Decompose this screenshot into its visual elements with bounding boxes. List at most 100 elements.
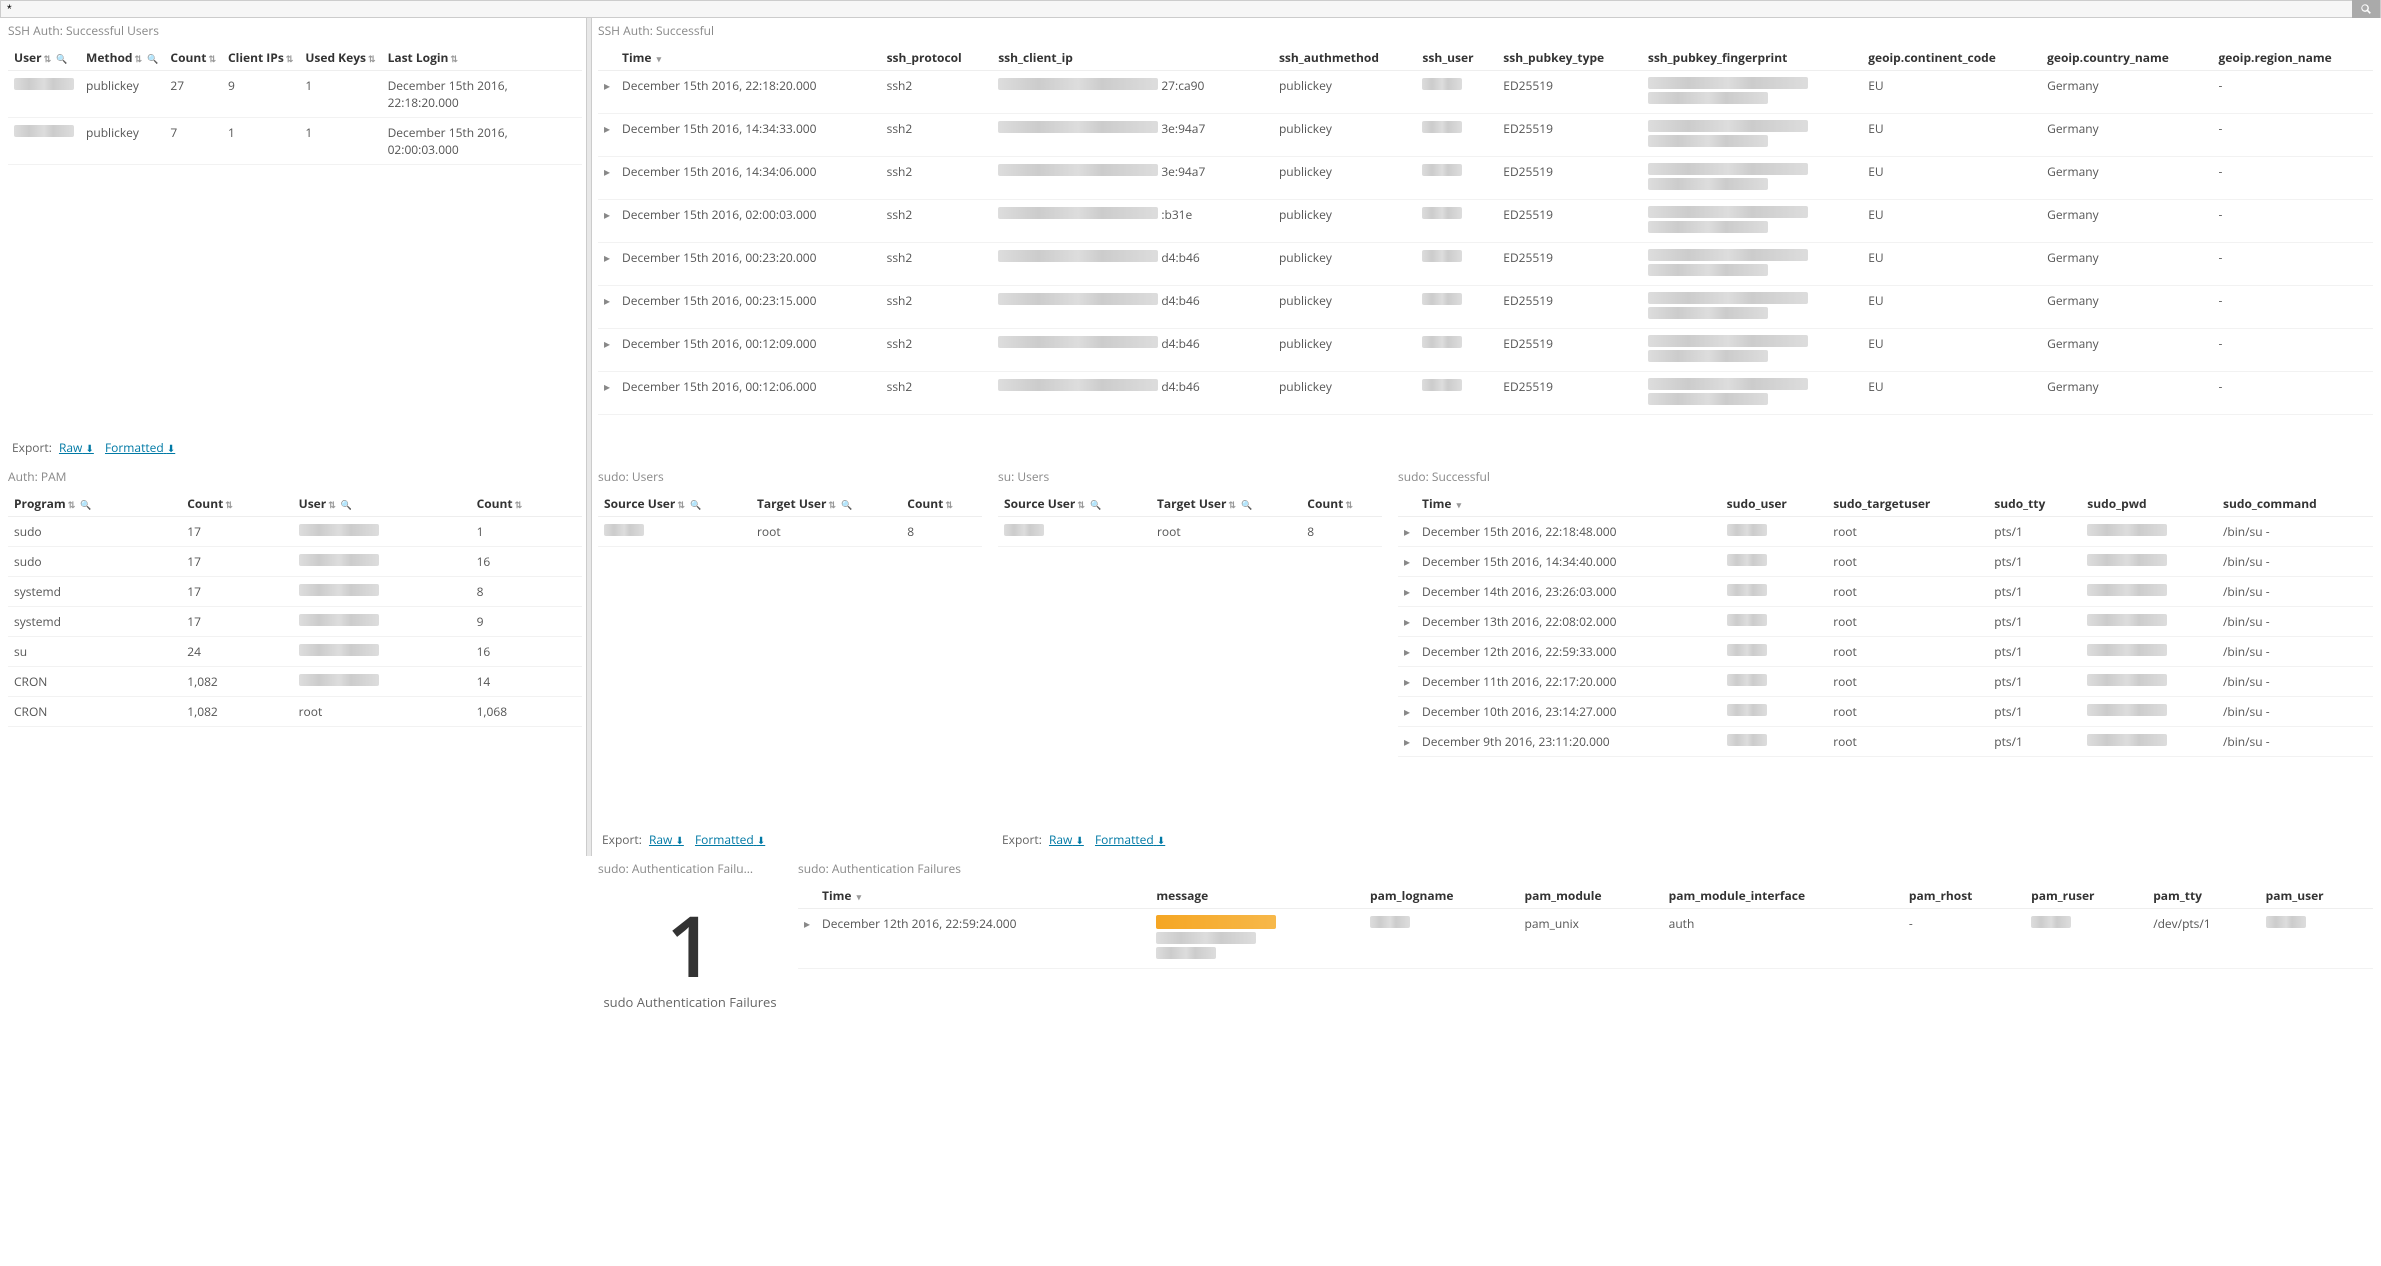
export-formatted[interactable]: Formatted ⬇ bbox=[695, 831, 765, 848]
col-ruser[interactable]: pam_ruser bbox=[2025, 883, 2147, 909]
expand-row[interactable]: ▸ bbox=[1398, 547, 1416, 577]
query-input[interactable] bbox=[1, 2, 2352, 16]
col-tty[interactable]: sudo_tty bbox=[1988, 491, 2081, 517]
panel-title: sudo: Users bbox=[598, 468, 982, 485]
redacted-value bbox=[1648, 393, 1768, 405]
filter-icon[interactable]: 🔍 bbox=[56, 52, 67, 65]
col-tgt[interactable]: Target User⇅ 🔍 bbox=[1151, 491, 1301, 517]
export-formatted[interactable]: Formatted ⬇ bbox=[1095, 831, 1165, 848]
redacted-value bbox=[1648, 178, 1768, 190]
expand-row[interactable]: ▸ bbox=[598, 329, 616, 372]
col-tuser[interactable]: sudo_targetuser bbox=[1827, 491, 1988, 517]
panel-title: sudo: Authentication Failu... bbox=[598, 860, 782, 877]
expand-row[interactable]: ▸ bbox=[598, 157, 616, 200]
redacted-value bbox=[1648, 135, 1768, 147]
filter-icon[interactable]: 🔍 bbox=[1090, 498, 1101, 511]
col-user[interactable]: User⇅ 🔍 bbox=[8, 45, 80, 71]
ssh-users-table: User⇅ 🔍 Method⇅ 🔍 Count⇅ Client IPs⇅ Use… bbox=[8, 45, 582, 165]
col-time[interactable]: Time ▾ bbox=[616, 45, 881, 71]
expand-row[interactable]: ▸ bbox=[598, 71, 616, 114]
expand-row[interactable]: ▸ bbox=[1398, 637, 1416, 667]
col-time[interactable]: Time ▾ bbox=[1416, 491, 1721, 517]
col-count2[interactable]: Count⇅ bbox=[471, 491, 582, 517]
filter-icon[interactable]: 🔍 bbox=[80, 498, 91, 511]
col-last-login[interactable]: Last Login⇅ bbox=[382, 45, 582, 71]
expand-row[interactable]: ▸ bbox=[1398, 667, 1416, 697]
panel-auth-pam: Auth: PAM Program⇅ 🔍 Count⇅ User⇅ 🔍 Coun… bbox=[0, 464, 590, 856]
col-pwd[interactable]: sudo_pwd bbox=[2081, 491, 2217, 517]
download-icon: ⬇ bbox=[85, 441, 93, 455]
redacted-value bbox=[1648, 163, 1808, 175]
col-src[interactable]: Source User⇅ 🔍 bbox=[998, 491, 1151, 517]
export-raw[interactable]: Raw ⬇ bbox=[1049, 831, 1084, 848]
col-user[interactable]: sudo_user bbox=[1721, 491, 1828, 517]
col-auth[interactable]: ssh_authmethod bbox=[1273, 45, 1416, 71]
col-cnt[interactable]: Count⇅ bbox=[901, 491, 982, 517]
expand-row[interactable]: ▸ bbox=[598, 286, 616, 329]
col-cc[interactable]: geoip.continent_code bbox=[1862, 45, 2041, 71]
expand-row[interactable]: ▸ bbox=[1398, 577, 1416, 607]
filter-icon[interactable]: 🔍 bbox=[1241, 498, 1252, 511]
redacted-value bbox=[1422, 207, 1462, 219]
col-ip[interactable]: ssh_client_ip bbox=[992, 45, 1273, 71]
col-iface[interactable]: pam_module_interface bbox=[1663, 883, 1903, 909]
redacted-value bbox=[1727, 554, 1767, 566]
col-msg[interactable]: message bbox=[1150, 883, 1364, 909]
filter-icon[interactable]: 🔍 bbox=[690, 498, 701, 511]
col-count[interactable]: Count⇅ bbox=[164, 45, 222, 71]
redacted-value bbox=[299, 554, 379, 566]
col-program[interactable]: Program⇅ 🔍 bbox=[8, 491, 181, 517]
filter-icon[interactable]: 🔍 bbox=[341, 498, 352, 511]
table-row: ▸ December 15th 2016, 14:34:40.000rootpt… bbox=[1398, 547, 2373, 577]
col-country[interactable]: geoip.country_name bbox=[2041, 45, 2212, 71]
col-time[interactable]: Time ▾ bbox=[816, 883, 1150, 909]
expand-row[interactable]: ▸ bbox=[598, 243, 616, 286]
filter-icon[interactable]: 🔍 bbox=[147, 52, 158, 65]
table-row: ▸ December 15th 2016, 14:34:06.000ssh2 3… bbox=[598, 157, 2373, 200]
col-proto[interactable]: ssh_protocol bbox=[881, 45, 993, 71]
export-raw[interactable]: Raw ⬇ bbox=[649, 831, 684, 848]
filter-icon[interactable]: 🔍 bbox=[841, 498, 852, 511]
redacted-value bbox=[1648, 120, 1808, 132]
expand-row[interactable]: ▸ bbox=[1398, 607, 1416, 637]
expand-row[interactable]: ▸ bbox=[1398, 517, 1416, 547]
expand-row[interactable]: ▸ bbox=[598, 200, 616, 243]
col-count[interactable]: Count⇅ bbox=[181, 491, 292, 517]
download-icon: ⬇ bbox=[167, 441, 175, 455]
redacted-value bbox=[1422, 121, 1462, 133]
search-button[interactable] bbox=[2352, 0, 2380, 18]
panel-sudo-success: sudo: Successful Time ▾ sudo_user sudo_t… bbox=[1390, 464, 2381, 856]
sort-desc-icon: ▾ bbox=[657, 52, 662, 65]
panel-spacer bbox=[0, 856, 590, 1019]
col-logname[interactable]: pam_logname bbox=[1364, 883, 1519, 909]
table-row: root8 bbox=[598, 517, 982, 547]
table-row: ▸ December 9th 2016, 23:11:20.000rootpts… bbox=[1398, 727, 2373, 757]
expand-row[interactable]: ▸ bbox=[598, 114, 616, 157]
col-client-ips[interactable]: Client IPs⇅ bbox=[222, 45, 299, 71]
export-formatted[interactable]: Formatted ⬇ bbox=[105, 439, 175, 456]
col-rhost[interactable]: pam_rhost bbox=[1903, 883, 2025, 909]
col-module[interactable]: pam_module bbox=[1519, 883, 1663, 909]
expand-row[interactable]: ▸ bbox=[1398, 697, 1416, 727]
col-cnt[interactable]: Count⇅ bbox=[1301, 491, 1382, 517]
redacted-value bbox=[1727, 644, 1767, 656]
col-user[interactable]: pam_user bbox=[2260, 883, 2373, 909]
col-cmd[interactable]: sudo_command bbox=[2217, 491, 2373, 517]
col-src[interactable]: Source User⇅ 🔍 bbox=[598, 491, 751, 517]
col-user[interactable]: User⇅ 🔍 bbox=[293, 491, 471, 517]
col-user[interactable]: ssh_user bbox=[1416, 45, 1497, 71]
expand-row[interactable]: ▸ bbox=[598, 372, 616, 415]
redacted-value bbox=[299, 584, 379, 596]
expand-row[interactable]: ▸ bbox=[798, 909, 816, 969]
col-region[interactable]: geoip.region_name bbox=[2212, 45, 2373, 71]
metric-label: sudo Authentication Failures bbox=[598, 993, 782, 1011]
col-fp[interactable]: ssh_pubkey_fingerprint bbox=[1642, 45, 1862, 71]
col-method[interactable]: Method⇅ 🔍 bbox=[80, 45, 164, 71]
col-pktype[interactable]: ssh_pubkey_type bbox=[1497, 45, 1642, 71]
col-used-keys[interactable]: Used Keys⇅ bbox=[299, 45, 381, 71]
col-tgt[interactable]: Target User⇅ 🔍 bbox=[751, 491, 901, 517]
expand-row[interactable]: ▸ bbox=[1398, 727, 1416, 757]
col-tty[interactable]: pam_tty bbox=[2147, 883, 2259, 909]
query-bar bbox=[0, 0, 2381, 18]
export-raw[interactable]: Raw ⬇ bbox=[59, 439, 94, 456]
